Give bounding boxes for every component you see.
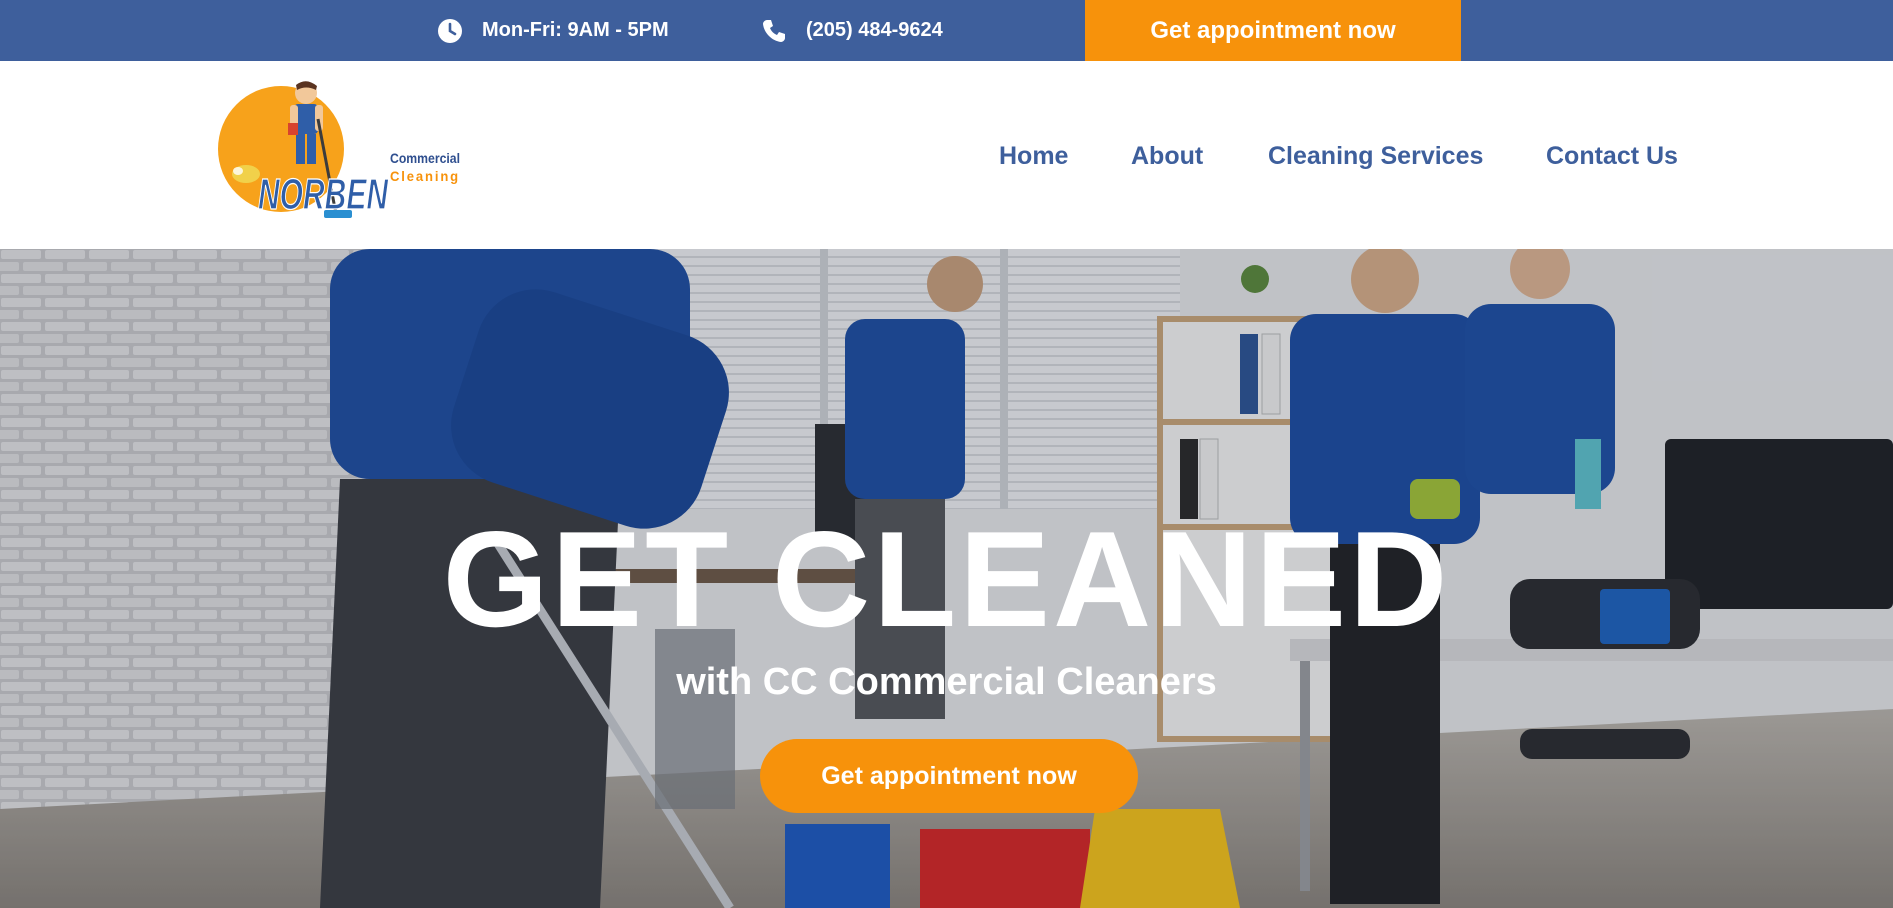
logo-line2-text: Cleaning [390,168,460,184]
phone-number[interactable]: (205) 484-9624 [806,19,943,42]
nav-about[interactable]: About [1131,142,1203,171]
top-appointment-button[interactable]: Get appointment now [1085,0,1461,61]
nav-home[interactable]: Home [999,142,1068,171]
phone-icon [763,19,785,42]
logo-line1-text: Commercial [390,150,460,166]
phone-info[interactable]: (205) 484-9624 [760,0,943,61]
nav-cleaning-services[interactable]: Cleaning Services [1268,142,1483,171]
hero-section: GET CLEANED with CC Commercial Cleaners … [0,249,1893,908]
hero-title: GET CLEANED [442,503,1451,655]
norben-logo[interactable]: NORBEN Commercial Cleaning [218,79,463,231]
hero-subtitle: with CC Commercial Cleaners [676,661,1217,703]
logo-brand-text: NORBEN [258,170,389,219]
nav-contact-us[interactable]: Contact Us [1546,142,1678,171]
hours-text: Mon-Fri: 9AM - 5PM [482,19,669,41]
hero-appointment-button[interactable]: Get appointment now [760,739,1138,813]
site-header: NORBEN Commercial Cleaning Home About Cl… [0,61,1893,249]
hours-info: Mon-Fri: 9AM - 5PM [436,0,669,61]
top-bar: Mon-Fri: 9AM - 5PM (205) 484-9624 Get ap… [0,0,1893,61]
clock-icon [438,18,462,43]
